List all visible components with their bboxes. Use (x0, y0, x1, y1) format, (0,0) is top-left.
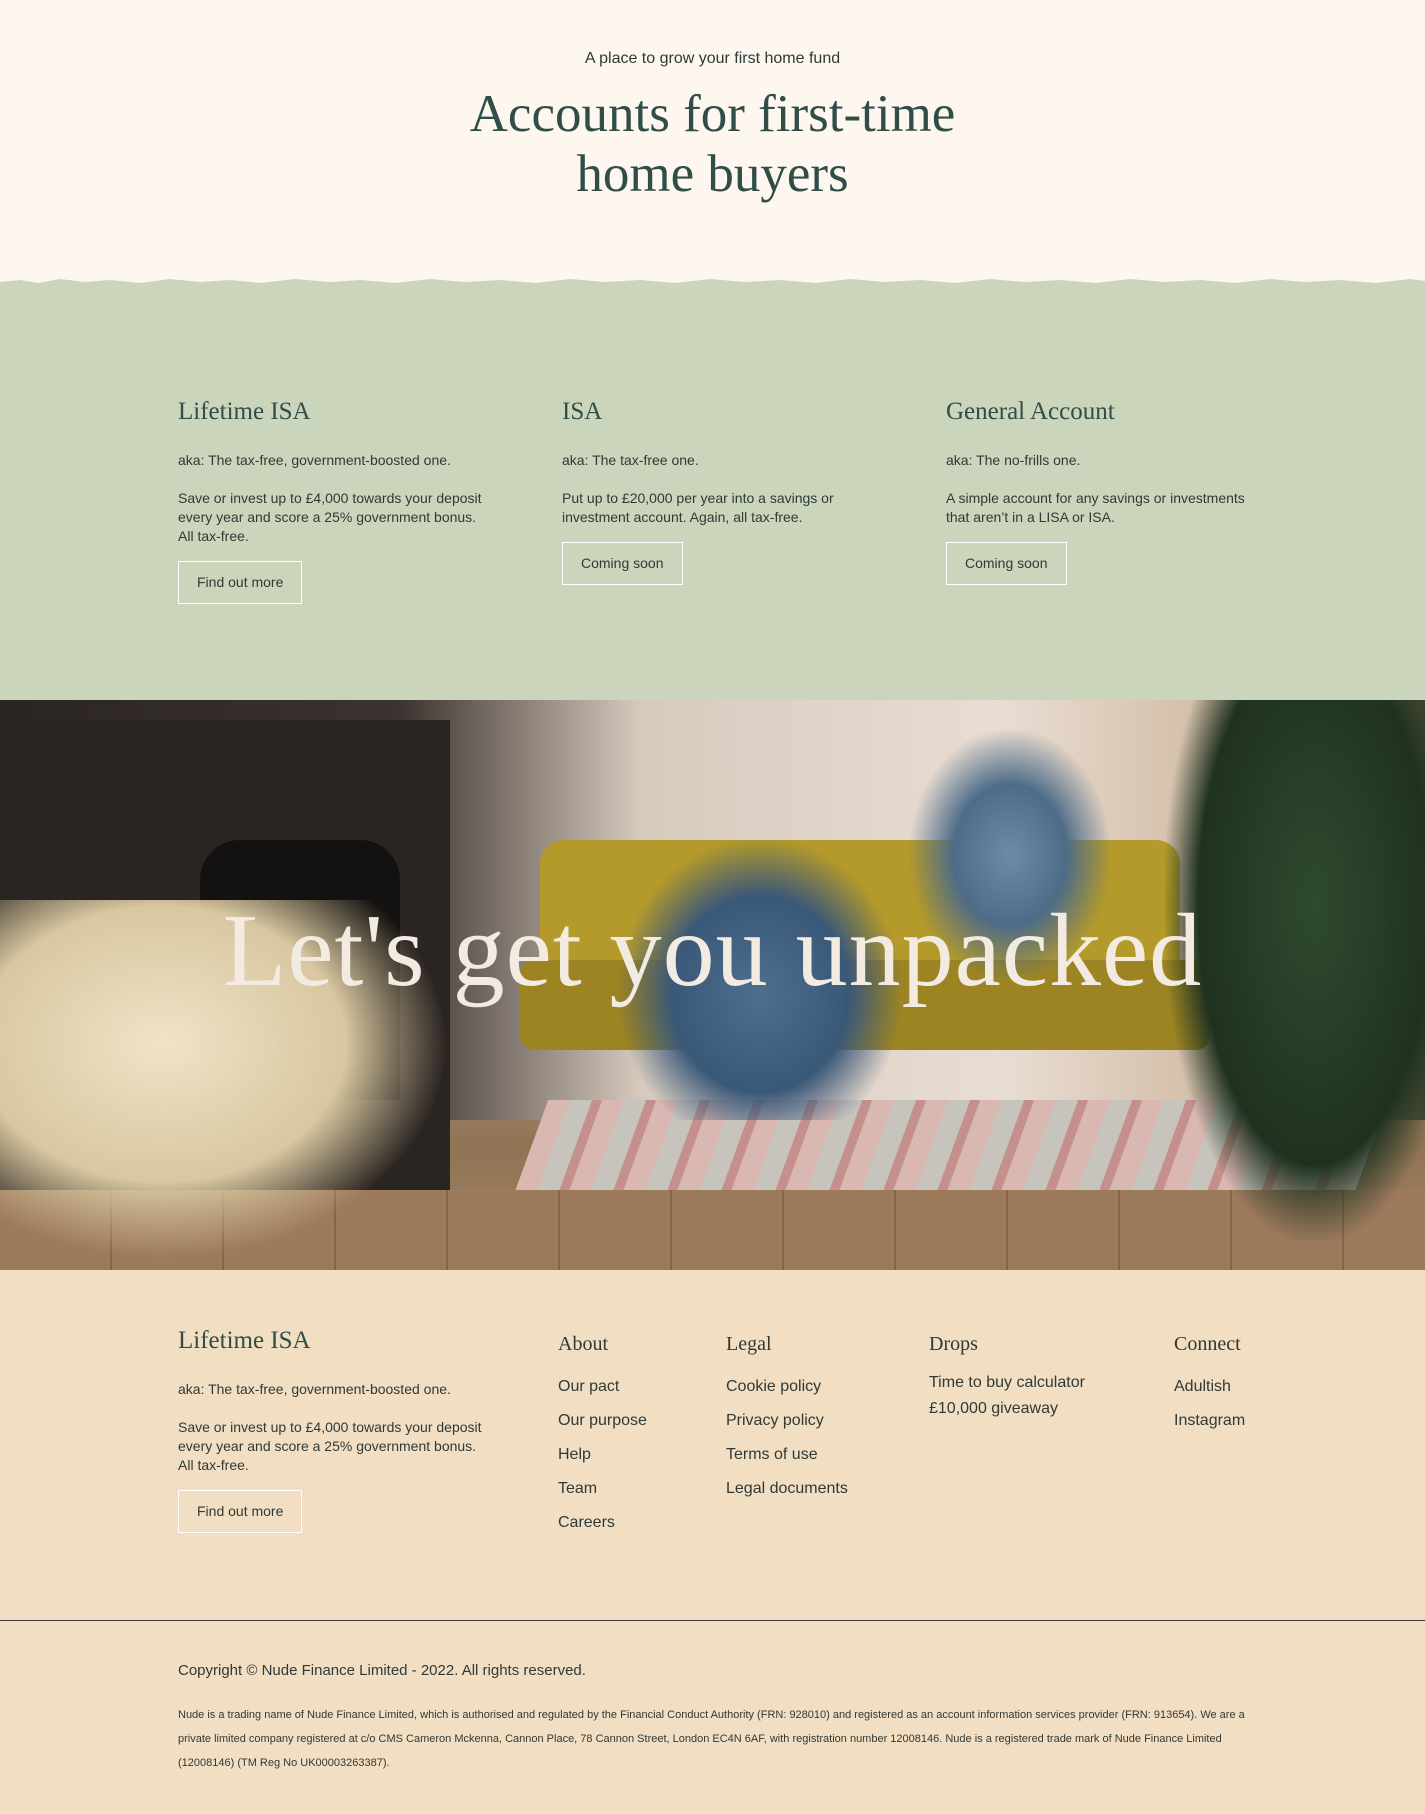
footer-column-drops: Drops Time to buy calculator £10,000 giv… (929, 1326, 1085, 1422)
footer-link-instagram[interactable]: Instagram (1174, 1404, 1245, 1438)
hero-section: A place to grow your first home fund Acc… (0, 0, 1425, 290)
hero-kicker: A place to grow your first home fund (584, 50, 841, 67)
footer-column-heading: Legal (726, 1333, 772, 1355)
footer-column-about: About Our pact Our purpose Help Team Car… (558, 1326, 647, 1540)
footer-link-privacy-policy[interactable]: Privacy policy (726, 1404, 848, 1438)
footer: Lifetime ISA aka: The tax-free, governme… (0, 1270, 1425, 1814)
footer-link-cookie-policy[interactable]: Cookie policy (726, 1370, 848, 1404)
account-description: A simple account for any savings or inve… (946, 490, 1245, 525)
footer-column-heading: About (558, 1333, 608, 1355)
account-card-general-account: General Account aka: The no-frills one. … (946, 397, 1256, 585)
account-card-lifetime-isa: Lifetime ISA aka: The tax-free, governme… (178, 397, 488, 604)
accounts-section: Lifetime ISA aka: The tax-free, governme… (0, 290, 1425, 700)
footer-link-giveaway[interactable]: £10,000 giveaway (929, 1396, 1085, 1422)
footer-link-legal-documents[interactable]: Legal documents (726, 1472, 848, 1506)
account-title: ISA (562, 398, 603, 425)
banner-headline: Let's get you unpacked (222, 893, 1203, 1008)
coming-soon-button[interactable]: Coming soon (562, 542, 683, 585)
footer-link-our-purpose[interactable]: Our purpose (558, 1404, 647, 1438)
footer-link-our-pact[interactable]: Our pact (558, 1370, 647, 1404)
footer-link-careers[interactable]: Careers (558, 1506, 647, 1540)
footer-feature-description: Save or invest up to £4,000 towards your… (178, 1419, 482, 1473)
footer-feature-aka: aka: The tax-free, government-boosted on… (178, 1381, 451, 1397)
footer-divider (0, 1620, 1425, 1621)
footer-column-heading: Connect (1174, 1333, 1241, 1355)
footer-feature-lifetime-isa: Lifetime ISA aka: The tax-free, governme… (178, 1326, 488, 1533)
footer-column-legal: Legal Cookie policy Privacy policy Terms… (726, 1326, 848, 1506)
coming-soon-button[interactable]: Coming soon (946, 542, 1067, 585)
footer-column-connect: Connect Adultish Instagram (1174, 1326, 1245, 1438)
page-title: Accounts for first-time home buyers (0, 84, 1425, 204)
footer-link-time-to-buy-calculator[interactable]: Time to buy calculator (929, 1370, 1085, 1396)
account-card-isa: ISA aka: The tax-free one. Put up to £20… (562, 397, 872, 585)
account-title: Lifetime ISA (178, 398, 311, 425)
account-aka: aka: The no-frills one. (946, 452, 1081, 468)
account-aka: aka: The tax-free, government-boosted on… (178, 452, 451, 468)
footer-link-help[interactable]: Help (558, 1438, 647, 1472)
find-out-more-button[interactable]: Find out more (178, 1490, 303, 1533)
footer-feature-title: Lifetime ISA (178, 1327, 311, 1354)
account-description: Put up to £20,000 per year into a saving… (562, 490, 834, 525)
footer-link-terms-of-use[interactable]: Terms of use (726, 1438, 848, 1472)
footer-column-heading: Drops (929, 1333, 978, 1355)
lifestyle-banner: Let's get you unpacked (0, 700, 1425, 1270)
find-out-more-button[interactable]: Find out more (178, 561, 303, 604)
account-title: General Account (946, 398, 1115, 425)
copyright-text: Copyright © Nude Finance Limited - 2022.… (178, 1662, 586, 1679)
footer-link-team[interactable]: Team (558, 1472, 647, 1506)
account-aka: aka: The tax-free one. (562, 452, 699, 468)
torn-edge-divider (0, 279, 1425, 290)
page-title-line-1: Accounts for first-time (469, 85, 956, 143)
page-title-line-2: home buyers (576, 145, 849, 203)
account-description: Save or invest up to £4,000 towards your… (178, 490, 482, 544)
footer-link-adultish[interactable]: Adultish (1174, 1370, 1245, 1404)
regulatory-disclaimer: Nude is a trading name of Nude Finance L… (178, 1709, 1245, 1769)
